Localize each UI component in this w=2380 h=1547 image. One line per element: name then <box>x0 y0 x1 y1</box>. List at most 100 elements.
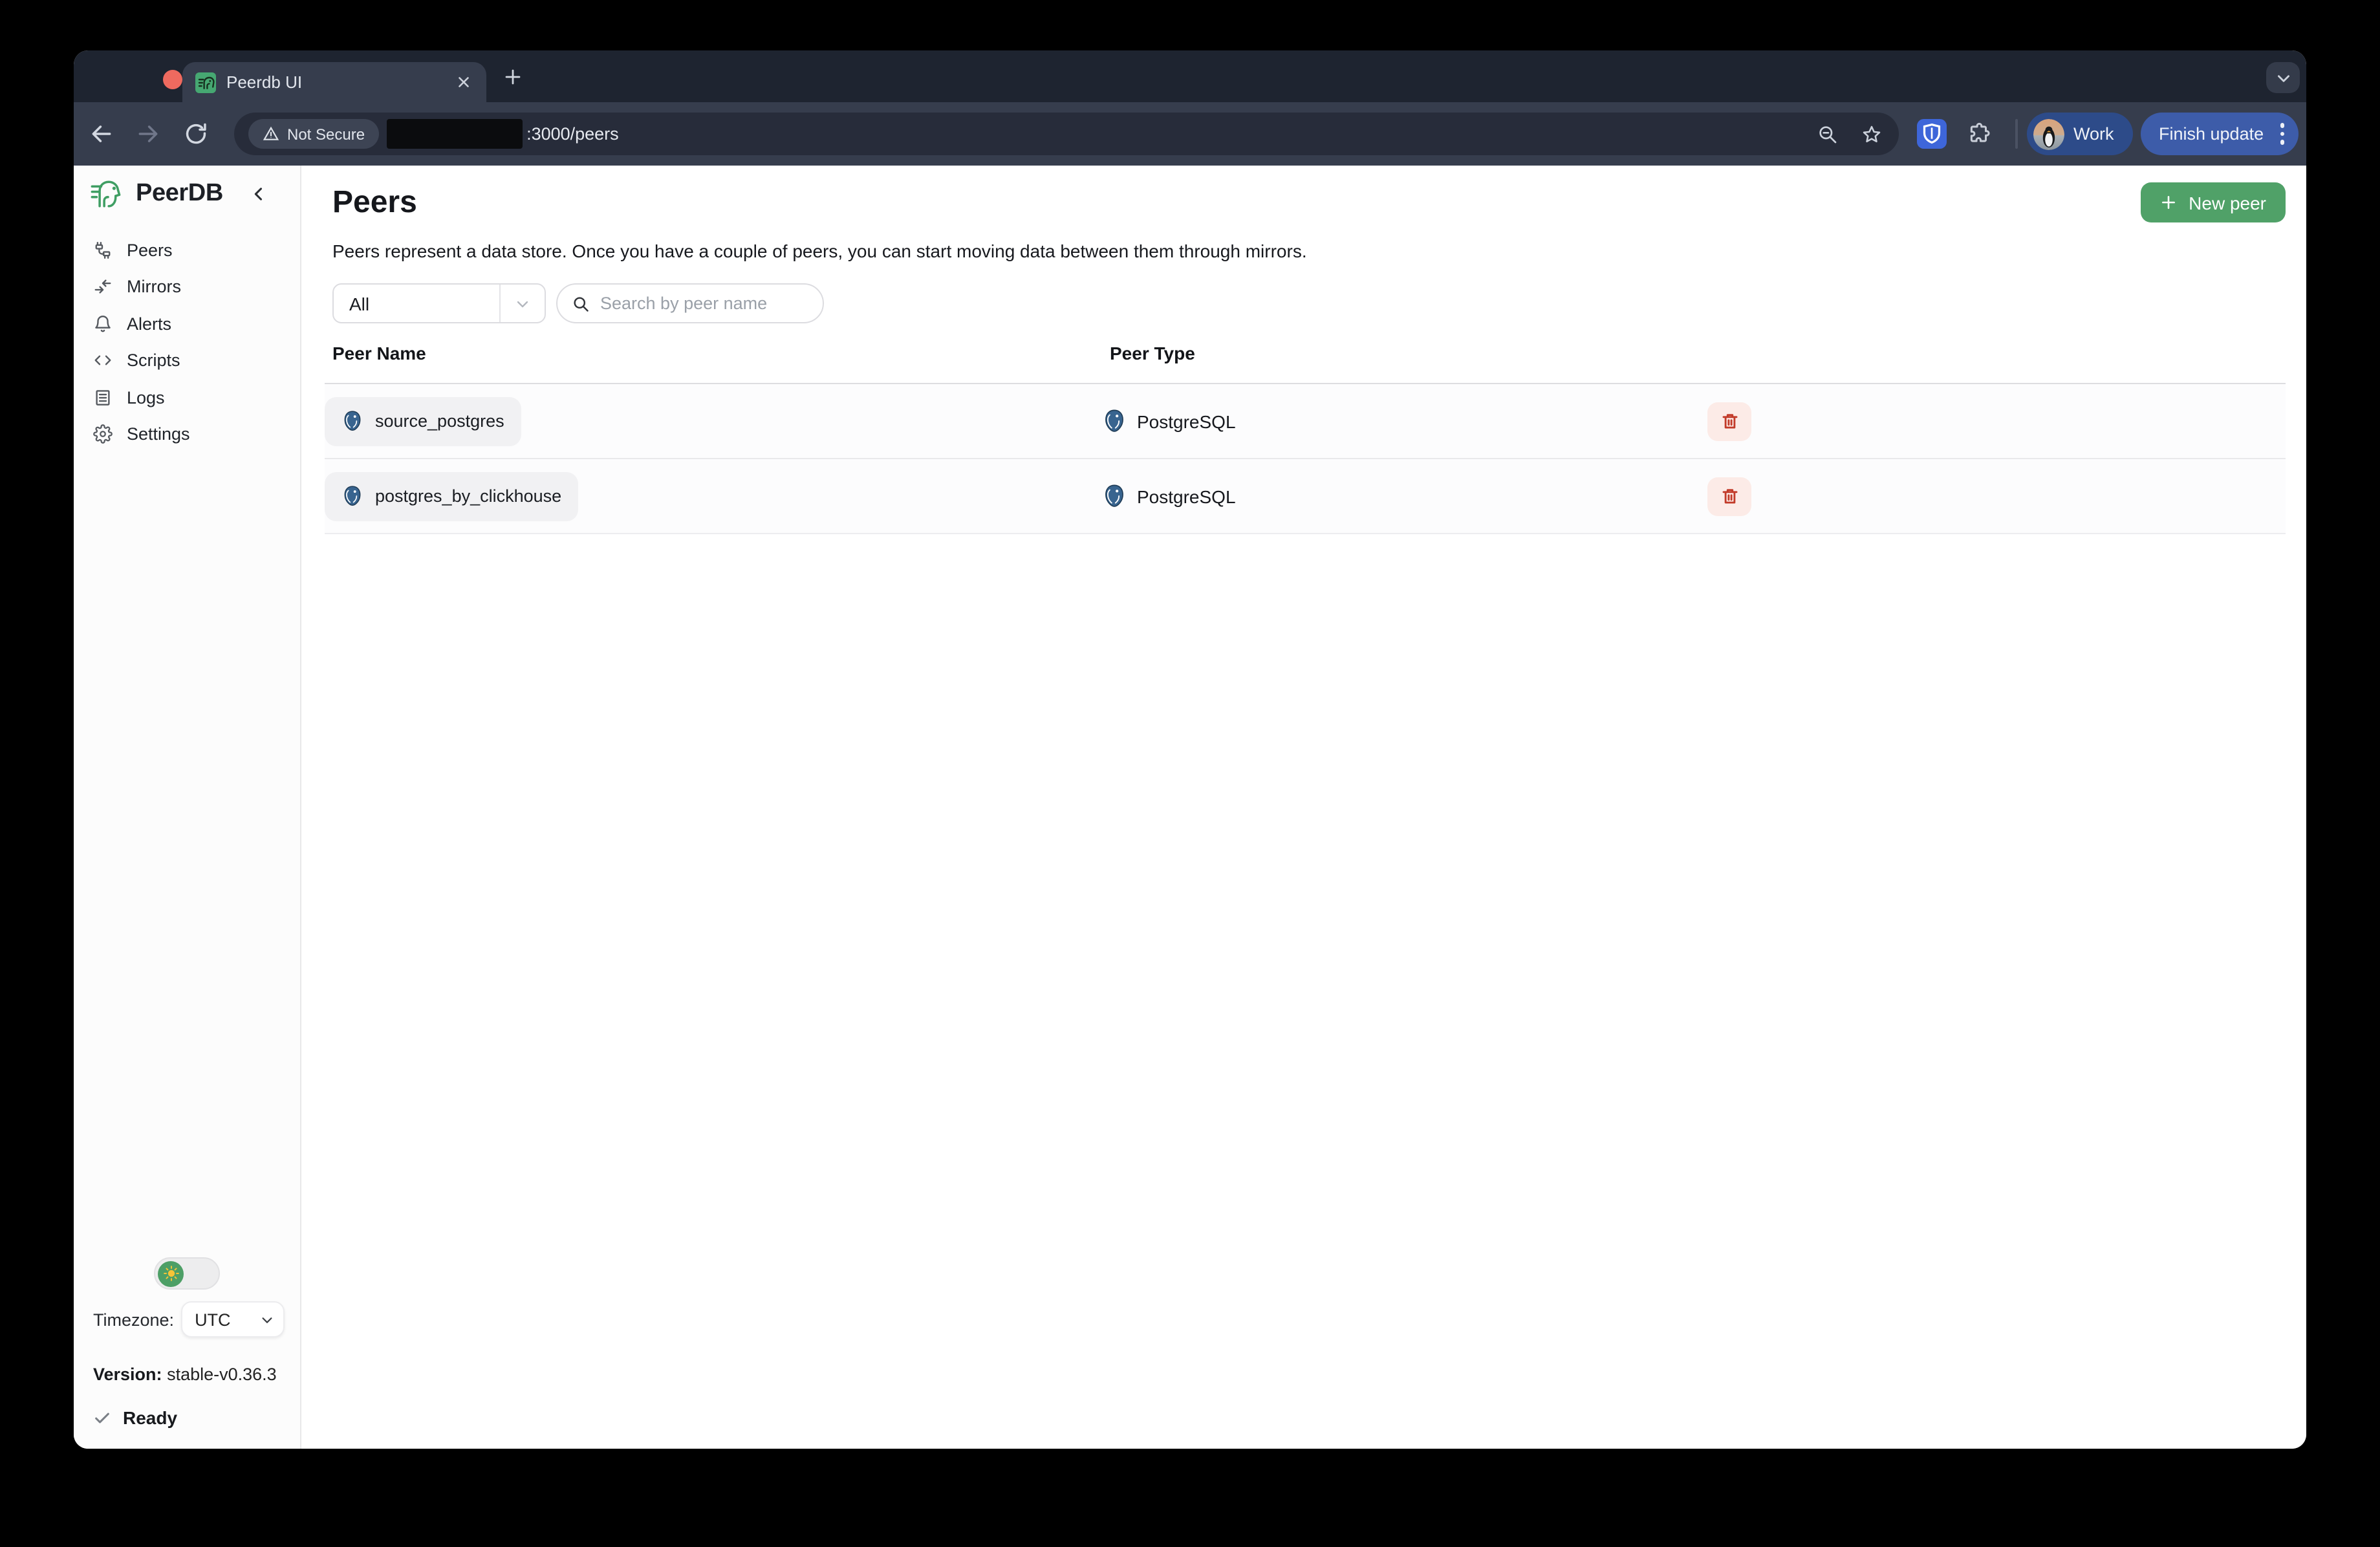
not-secure-chip[interactable]: Not Secure <box>248 119 379 149</box>
table-header-row: Peer Name Peer Type <box>325 323 2286 384</box>
mirrors-arrows-icon <box>93 277 113 297</box>
chevron-down-icon <box>515 296 530 311</box>
sidebar-item-mirrors[interactable]: Mirrors <box>74 268 300 305</box>
zoom-out-icon[interactable] <box>1817 124 1838 144</box>
filter-selected-value: All <box>334 293 369 314</box>
chevron-down-icon <box>2275 69 2291 86</box>
alerts-bell-icon <box>93 314 113 334</box>
peerdb-favicon-icon <box>195 72 216 92</box>
peerdb-logo-icon <box>91 178 125 210</box>
sidebar-collapse-icon[interactable] <box>250 185 268 203</box>
finish-update-button[interactable]: Finish update <box>2141 113 2299 155</box>
timezone-select[interactable]: UTC <box>180 1301 284 1337</box>
sidebar-item-peers[interactable]: Peers <box>74 232 300 268</box>
sidebar-item-label: Alerts <box>127 314 171 334</box>
sidebar-footer: Timezone: UTC Version: stable-v0.36.3 Re… <box>93 1257 290 1428</box>
profile-name: Work <box>2073 124 2114 144</box>
sidebar-item-logs[interactable]: Logs <box>74 379 300 416</box>
status-ready-label: Ready <box>123 1407 177 1428</box>
timezone-value: UTC <box>182 1310 231 1329</box>
peers-cable-icon <box>93 241 113 260</box>
scripts-code-icon <box>93 351 113 371</box>
postgresql-icon <box>1102 484 1127 508</box>
peer-name-link[interactable]: source_postgres <box>325 396 521 446</box>
settings-gear-icon <box>93 425 113 444</box>
trash-icon <box>1720 411 1739 431</box>
status-line: Ready <box>93 1407 290 1428</box>
tab-title: Peerdb UI <box>226 72 302 92</box>
profile-avatar <box>2033 118 2064 149</box>
sun-icon <box>162 1265 179 1282</box>
table-row: postgres_by_clickhouse PostgreSQL <box>325 459 2286 534</box>
toolbar-separator <box>2015 119 2018 149</box>
tab-search-button[interactable] <box>2266 62 2300 93</box>
peer-search-box <box>556 283 824 323</box>
brand-name: PeerDB <box>136 180 223 208</box>
screenshot-stage: Peerdb UI Not Secure <box>0 0 2380 1547</box>
sidebar-item-label: Settings <box>127 425 190 444</box>
sidebar-item-alerts[interactable]: Alerts <box>74 305 300 342</box>
search-icon <box>572 294 590 312</box>
browser-menu-kebab-icon[interactable] <box>2280 124 2284 145</box>
peer-type-text: PostgreSQL <box>1137 411 1236 431</box>
postgresql-icon <box>341 410 363 432</box>
reload-button-icon[interactable] <box>184 122 208 146</box>
logs-document-icon <box>93 388 113 407</box>
peer-type-filter-select[interactable]: All <box>332 283 546 323</box>
sidebar-item-settings[interactable]: Settings <box>74 416 300 453</box>
not-secure-label: Not Secure <box>287 125 365 143</box>
new-tab-button[interactable] <box>503 67 523 87</box>
chevron-down-icon <box>259 1312 274 1326</box>
bitwarden-extension-icon[interactable] <box>1917 119 1947 149</box>
sidebar-item-label: Logs <box>127 388 165 407</box>
page-title: Peers <box>332 184 417 221</box>
sidebar-item-label: Peers <box>127 241 173 260</box>
version-line: Version: stable-v0.36.3 <box>93 1365 290 1384</box>
peer-type-text: PostgreSQL <box>1137 486 1236 506</box>
app-sidebar: PeerDB Peers <box>74 166 301 1449</box>
tab-close-icon[interactable] <box>453 72 473 92</box>
browser-tab[interactable]: Peerdb UI <box>182 62 486 102</box>
peers-page: Peers New peer Peers represent a data st… <box>301 166 2306 1449</box>
peer-type-cell: PostgreSQL <box>1102 484 1705 508</box>
new-peer-label: New peer <box>2189 192 2266 213</box>
timezone-label: Timezone: <box>93 1310 174 1329</box>
peer-type-cell: PostgreSQL <box>1102 409 1705 433</box>
profile-button[interactable]: Work <box>2027 113 2133 155</box>
new-peer-button[interactable]: New peer <box>2141 182 2286 222</box>
peers-table: Peer Name Peer Type <box>325 323 2286 534</box>
column-header-peer-name: Peer Name <box>325 343 1102 363</box>
peer-name-link[interactable]: postgres_by_clickhouse <box>325 471 578 521</box>
page-description: Peers represent a data store. Once you h… <box>332 241 2286 261</box>
version-label: Version: <box>93 1365 162 1384</box>
window-close-button[interactable] <box>163 70 182 89</box>
bookmark-star-icon[interactable] <box>1861 124 1882 144</box>
search-input[interactable] <box>600 294 807 313</box>
plus-icon <box>2160 194 2177 211</box>
browser-toolbar: Not Secure :3000/peers <box>74 102 2306 166</box>
timezone-row: Timezone: UTC <box>93 1301 290 1337</box>
sidebar-item-scripts[interactable]: Scripts <box>74 342 300 379</box>
delete-peer-button[interactable] <box>1707 402 1751 440</box>
column-header-peer-type: Peer Type <box>1102 343 1705 363</box>
page-header: Peers New peer <box>332 182 2286 222</box>
extensions-puzzle-icon[interactable] <box>1967 122 1992 146</box>
finish-update-label: Finish update <box>2159 124 2264 144</box>
theme-toggle[interactable] <box>154 1257 220 1290</box>
warning-icon <box>263 125 279 142</box>
check-icon <box>93 1409 111 1427</box>
theme-toggle-knob <box>158 1260 184 1286</box>
select-divider <box>499 285 501 322</box>
delete-peer-button[interactable] <box>1707 477 1751 515</box>
sidebar-item-label: Scripts <box>127 351 180 371</box>
page-content: PeerDB Peers <box>74 166 2306 1449</box>
postgresql-icon <box>1102 409 1127 433</box>
brand-row: PeerDB <box>91 176 300 212</box>
sidebar-nav: Peers Mirrors Alerts <box>74 232 300 453</box>
address-bar[interactable]: Not Secure :3000/peers <box>234 113 1899 155</box>
filter-row: All <box>332 283 2286 323</box>
postgresql-icon <box>341 485 363 507</box>
forward-button-icon[interactable] <box>136 122 160 146</box>
peer-name-text: postgres_by_clickhouse <box>375 486 561 506</box>
back-button-icon[interactable] <box>89 122 114 146</box>
